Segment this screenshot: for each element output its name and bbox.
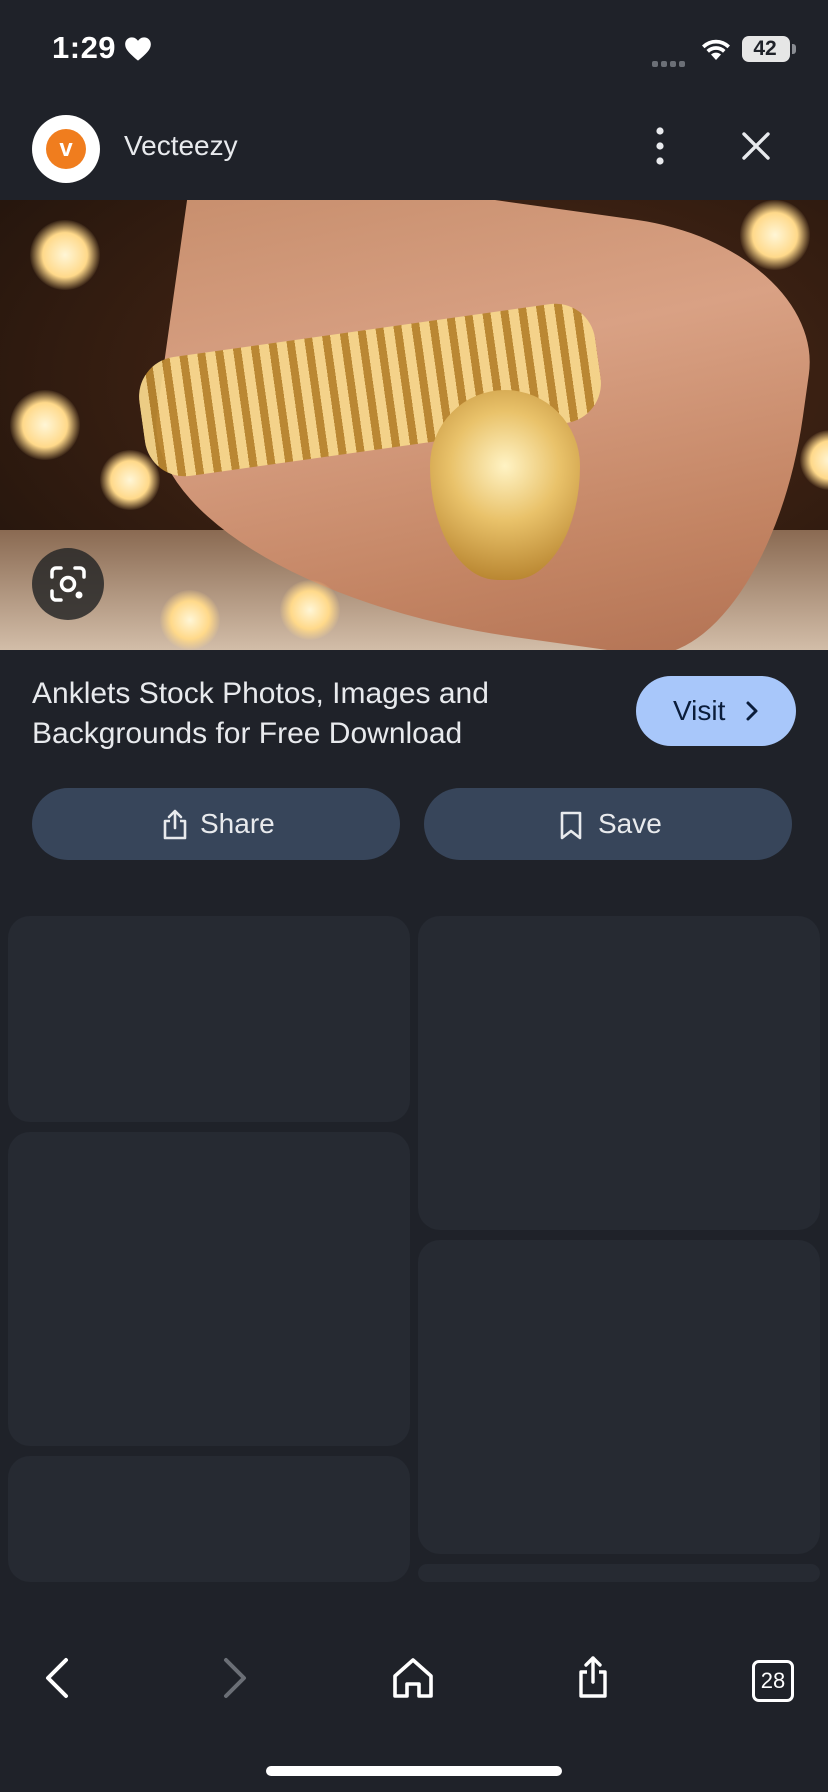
tabs-button[interactable]: 28 bbox=[752, 1660, 794, 1702]
related-result-placeholder[interactable] bbox=[8, 1132, 410, 1446]
heart-icon bbox=[125, 37, 151, 61]
site-logo[interactable]: v bbox=[32, 115, 100, 183]
cellular-signal-icon bbox=[652, 54, 688, 72]
battery-nub bbox=[792, 44, 796, 54]
more-options-icon[interactable] bbox=[650, 124, 670, 168]
related-result-placeholder[interactable] bbox=[418, 1240, 820, 1554]
battery-indicator: 42 bbox=[742, 36, 790, 62]
related-result-placeholder[interactable] bbox=[418, 916, 820, 1230]
close-icon[interactable] bbox=[736, 126, 776, 166]
result-image[interactable] bbox=[0, 200, 828, 650]
site-name[interactable]: Vecteezy bbox=[124, 130, 238, 162]
wifi-icon bbox=[702, 39, 730, 60]
battery-level: 42 bbox=[753, 37, 777, 60]
bookmark-icon bbox=[560, 811, 582, 840]
vecteezy-logo-icon: v bbox=[46, 129, 86, 169]
status-time: 1:29 bbox=[52, 30, 117, 65]
forward-icon[interactable] bbox=[214, 1656, 254, 1700]
site-header: v Vecteezy bbox=[0, 100, 828, 200]
share-icon bbox=[163, 809, 187, 840]
home-indicator[interactable] bbox=[266, 1766, 562, 1776]
chevron-right-icon bbox=[746, 701, 758, 721]
back-icon[interactable] bbox=[38, 1656, 78, 1700]
save-button[interactable]: Save bbox=[424, 788, 792, 860]
related-result-placeholder[interactable] bbox=[8, 1456, 410, 1582]
visit-button[interactable]: Visit bbox=[636, 676, 796, 746]
result-title[interactable]: Anklets Stock Photos, Images and Backgro… bbox=[32, 674, 592, 754]
save-label: Save bbox=[598, 808, 662, 839]
related-result-placeholder[interactable] bbox=[8, 916, 410, 1122]
share-label: Share bbox=[200, 808, 275, 839]
google-lens-button[interactable] bbox=[32, 548, 104, 620]
share-button[interactable]: Share bbox=[32, 788, 400, 860]
status-bar: 1:29 42 bbox=[0, 0, 828, 100]
home-icon[interactable] bbox=[390, 1656, 436, 1700]
related-result-placeholder[interactable] bbox=[418, 1564, 820, 1582]
lens-icon bbox=[50, 566, 86, 602]
visit-label: Visit bbox=[673, 695, 726, 726]
share-page-icon[interactable] bbox=[576, 1654, 610, 1700]
